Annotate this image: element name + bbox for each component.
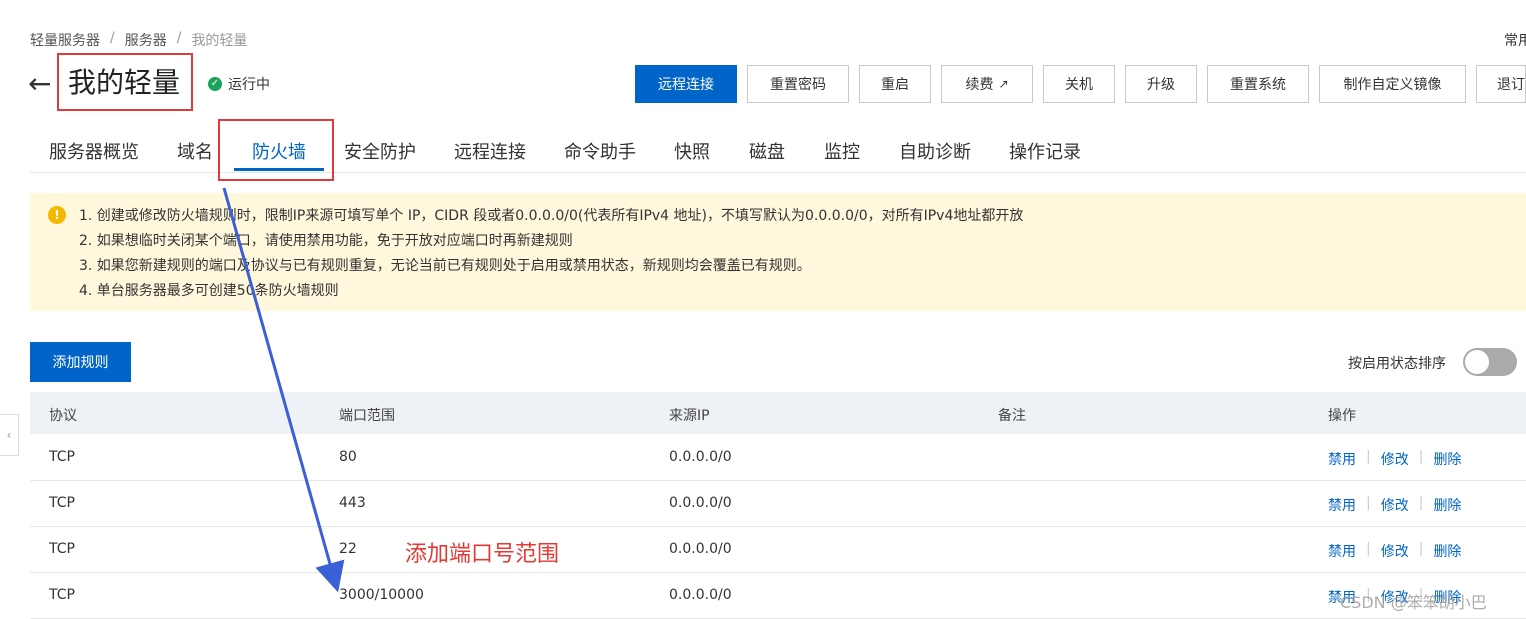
breadcrumb-item-lighthouse[interactable]: 轻量服务器 — [30, 30, 100, 50]
notice-line-3: 3. 如果您新建规则的端口及协议与已有规则重复，无论当前已有规则处于启用或禁用状… — [79, 258, 811, 274]
table-header: 协议 端口范围 来源IP 备注 操作 — [30, 392, 1526, 434]
csdn-watermark: CSDN @笨笨胡小巴 — [1340, 593, 1487, 612]
notice-line-4: 4. 单台服务器最多可创建50条防火墙规则 — [79, 283, 339, 299]
disable-link[interactable]: 禁用 — [1328, 495, 1356, 515]
breadcrumb: 轻量服务器 / 服务器 / 我的轻量 — [30, 30, 247, 50]
breadcrumb-item-servers[interactable]: 服务器 — [125, 30, 167, 50]
cell-source-ip: 0.0.0.0/0 — [669, 495, 732, 511]
row-operations: 禁用 | 修改 | 删除 — [1328, 541, 1462, 561]
renew-label: 续费 — [965, 77, 994, 93]
edit-link[interactable]: 修改 — [1381, 449, 1409, 469]
disable-link[interactable]: 禁用 — [1328, 449, 1356, 469]
tab-command-assistant[interactable]: 命令助手 — [564, 138, 636, 164]
remote-connect-button[interactable]: 远程连接 — [635, 65, 737, 103]
cell-protocol: TCP — [49, 449, 75, 465]
cell-protocol: TCP — [49, 587, 75, 603]
table-row: TCP 3000/10000 0.0.0.0/0 禁用 | 修改 | 删除 — [30, 572, 1526, 619]
breadcrumb-separator: / — [176, 30, 182, 46]
cell-source-ip: 0.0.0.0/0 — [669, 449, 732, 465]
tab-security[interactable]: 安全防护 — [344, 138, 416, 164]
cell-source-ip: 0.0.0.0/0 — [669, 541, 732, 557]
table-row: TCP 443 0.0.0.0/0 禁用 | 修改 | 删除 — [30, 480, 1526, 527]
row-operations: 禁用 | 修改 | 删除 — [1328, 495, 1462, 515]
cell-protocol: TCP — [49, 541, 75, 557]
refund-button[interactable]: 退订 — [1476, 65, 1526, 103]
cell-source-ip: 0.0.0.0/0 — [669, 587, 732, 603]
cell-protocol: TCP — [49, 495, 75, 511]
restart-button[interactable]: 重启 — [859, 65, 931, 103]
status-indicator: ✓ 运行中 — [208, 74, 270, 94]
reset-system-button[interactable]: 重置系统 — [1207, 65, 1309, 103]
header-remark: 备注 — [998, 408, 1026, 424]
check-circle-icon: ✓ — [208, 77, 222, 91]
tab-self-diagnosis[interactable]: 自助诊断 — [899, 138, 971, 164]
tab-domain[interactable]: 域名 — [177, 138, 213, 164]
custom-image-button[interactable]: 制作自定义镜像 — [1319, 65, 1466, 103]
collapse-sidebar-handle[interactable]: ‹ — [0, 414, 19, 456]
firewall-tab-highlight-box — [218, 119, 334, 181]
header-source-ip: 来源IP — [669, 408, 710, 424]
cell-port-range: 80 — [339, 449, 357, 465]
upgrade-button[interactable]: 升级 — [1125, 65, 1197, 103]
annotation-text: 添加端口号范围 — [405, 542, 560, 567]
tab-disk[interactable]: 磁盘 — [749, 138, 785, 164]
cell-port-range: 3000/10000 — [339, 587, 424, 603]
back-arrow-icon[interactable]: ← — [28, 66, 51, 102]
page-title: 我的轻量 — [68, 66, 181, 99]
status-text: 运行中 — [228, 77, 270, 93]
external-link-icon: ↗ — [998, 77, 1009, 91]
table-row: TCP 80 0.0.0.0/0 禁用 | 修改 | 删除 — [30, 434, 1526, 481]
renew-button[interactable]: 续费 ↗ — [941, 65, 1033, 103]
notice-line-1: 1. 创建或修改防火墙规则时，限制IP来源可填写单个 IP，CIDR 段或者0.… — [79, 208, 1024, 224]
breadcrumb-item-current: 我的轻量 — [191, 33, 248, 49]
notice-banner: ! 1. 创建或修改防火墙规则时，限制IP来源可填写单个 IP，CIDR 段或者… — [30, 193, 1526, 311]
tab-snapshot[interactable]: 快照 — [674, 138, 710, 164]
top-right-truncated-text[interactable]: 常用 — [1504, 30, 1526, 50]
breadcrumb-separator: / — [110, 30, 115, 46]
header-operations: 操作 — [1328, 408, 1356, 424]
header-port-range: 端口范围 — [339, 408, 395, 424]
chevron-left-icon: ‹ — [6, 428, 12, 442]
delete-link[interactable]: 删除 — [1433, 495, 1461, 515]
sort-by-status-toggle[interactable] — [1463, 348, 1517, 376]
tab-remote-connect[interactable]: 远程连接 — [454, 138, 526, 164]
edit-link[interactable]: 修改 — [1381, 495, 1409, 515]
notice-line-2: 2. 如果想临时关闭某个端口，请使用禁用功能，免于开放对应端口时再新建规则 — [79, 233, 573, 249]
reset-password-button[interactable]: 重置密码 — [747, 65, 849, 103]
shutdown-button[interactable]: 关机 — [1043, 65, 1115, 103]
header-protocol: 协议 — [49, 408, 77, 424]
tab-monitor[interactable]: 监控 — [824, 138, 860, 164]
sort-by-status-label: 按启用状态排序 — [1348, 356, 1446, 372]
row-operations: 禁用 | 修改 | 删除 — [1328, 449, 1462, 469]
cell-port-range: 22 — [339, 541, 357, 557]
disable-link[interactable]: 禁用 — [1328, 541, 1356, 561]
table-row: TCP 22 0.0.0.0/0 禁用 | 修改 | 删除 — [30, 526, 1526, 573]
edit-link[interactable]: 修改 — [1381, 541, 1409, 561]
warning-icon: ! — [48, 206, 66, 224]
cell-port-range: 443 — [339, 495, 366, 511]
delete-link[interactable]: 删除 — [1433, 449, 1461, 469]
delete-link[interactable]: 删除 — [1433, 541, 1461, 561]
toggle-knob — [1465, 350, 1489, 374]
add-rule-button[interactable]: 添加规则 — [30, 342, 131, 382]
tab-operation-log[interactable]: 操作记录 — [1009, 138, 1081, 164]
tab-overview[interactable]: 服务器概览 — [49, 138, 139, 164]
